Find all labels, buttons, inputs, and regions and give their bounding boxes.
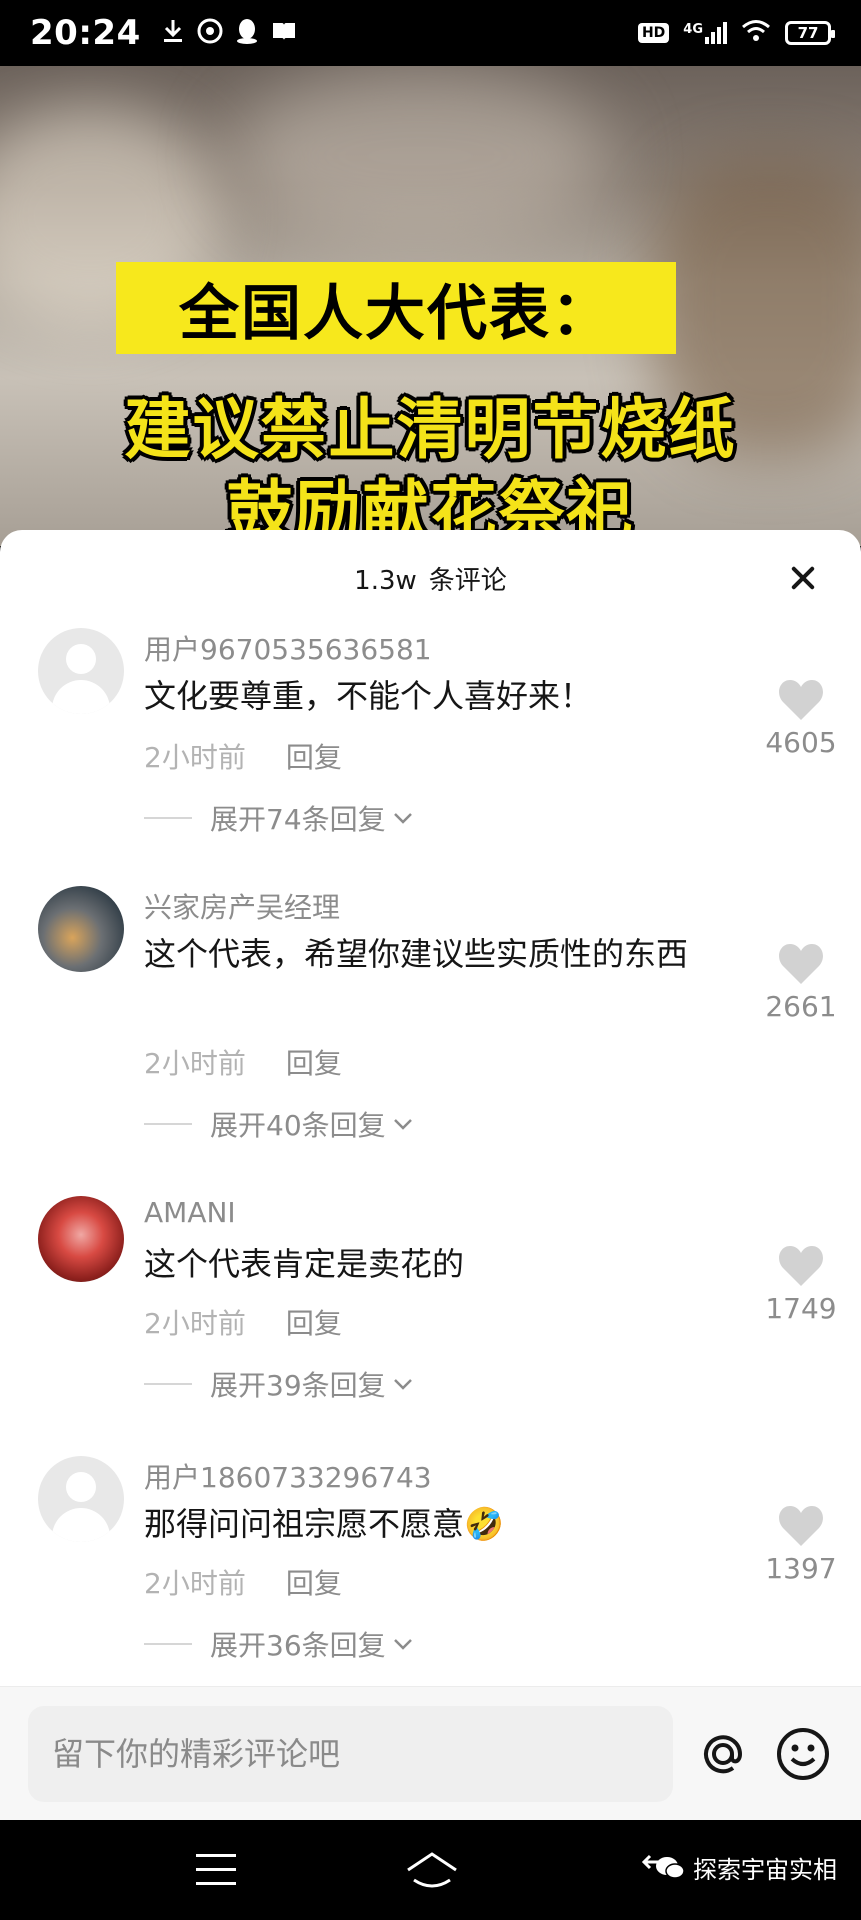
like-button[interactable]: 4605 bbox=[761, 678, 841, 759]
chevron-down-icon bbox=[393, 1119, 412, 1130]
expand-divider bbox=[144, 1123, 192, 1125]
expand-divider bbox=[144, 817, 192, 819]
comment-meta: 2小时前 回复 bbox=[144, 736, 342, 776]
chevron-down-icon bbox=[393, 1639, 412, 1650]
expand-replies-label: 展开36条回复 bbox=[210, 1629, 386, 1662]
chevron-down-icon bbox=[393, 1379, 412, 1390]
comment-text: 这个代表肯定是卖花的 bbox=[144, 1245, 465, 1283]
reply-button[interactable]: 回复 bbox=[286, 736, 342, 776]
book-icon bbox=[271, 20, 297, 46]
comment-item: AMANI 这个代表肯定是卖花的 2小时前 回复 1749 展开39条回复 bbox=[0, 1196, 861, 1402]
reply-button[interactable]: 回复 bbox=[286, 1042, 342, 1082]
qq-icon bbox=[235, 17, 259, 49]
status-bar: 20:24 HD 4G 77 bbox=[0, 0, 861, 66]
comment-text: 文化要尊重，不能个人喜好来！ bbox=[144, 677, 593, 715]
watermark: 探索宇宙实相 bbox=[655, 1850, 837, 1885]
comments-header: 1.3w 条评论 bbox=[0, 530, 861, 626]
expand-divider bbox=[144, 1643, 192, 1645]
video-player[interactable]: 全国人大代表： 建议禁止清明节烧纸 鼓励献花祭祀 bbox=[0, 66, 861, 546]
system-icons: HD 4G 77 bbox=[637, 19, 835, 47]
at-mention-icon[interactable] bbox=[693, 1724, 753, 1784]
wifi-icon bbox=[741, 19, 771, 47]
comment-time: 2小时前 bbox=[144, 1307, 246, 1340]
heart-icon bbox=[779, 1246, 823, 1286]
comment-count-label: 条评论 bbox=[428, 565, 507, 596]
notification-icons bbox=[161, 17, 297, 49]
comment-meta: 2小时前 回复 bbox=[144, 1302, 342, 1342]
home-icon[interactable] bbox=[404, 1848, 460, 1892]
expand-replies-button[interactable]: 展开40条回复 bbox=[144, 1104, 416, 1144]
expand-divider bbox=[144, 1383, 192, 1385]
network-type: 4G bbox=[683, 22, 703, 37]
comment-text: 这个代表，希望你建议些实质性的东西 bbox=[144, 935, 689, 973]
comment-username[interactable]: 兴家房产吴经理 bbox=[144, 886, 340, 926]
comment-time: 2小时前 bbox=[144, 1567, 246, 1600]
expand-replies-label: 展开39条回复 bbox=[210, 1369, 386, 1402]
avatar[interactable] bbox=[38, 886, 124, 972]
like-count: 1749 bbox=[765, 1292, 837, 1325]
comment-meta: 2小时前 回复 bbox=[144, 1562, 342, 1602]
watermark-text: 探索宇宙实相 bbox=[693, 1856, 837, 1884]
video-caption-title-box: 全国人大代表： bbox=[116, 262, 676, 354]
like-count: 4605 bbox=[765, 726, 837, 759]
comments-panel: 1.3w 条评论 用户9670535636581 文化要尊重，不能个人喜好来！ 2… bbox=[0, 530, 861, 1820]
reply-button[interactable]: 回复 bbox=[286, 1302, 342, 1342]
comment-username[interactable]: 用户1860733296743 bbox=[144, 1456, 432, 1496]
heart-icon bbox=[779, 944, 823, 984]
avatar[interactable] bbox=[38, 628, 124, 714]
like-button[interactable]: 1749 bbox=[761, 1244, 841, 1325]
comment-username[interactable]: 用户9670535636581 bbox=[144, 628, 432, 668]
comment-item: 用户1860733296743 那得问问祖宗愿不愿意🤣 2小时前 回复 1397… bbox=[0, 1456, 861, 1662]
comment-item: 用户9670535636581 文化要尊重，不能个人喜好来！ 2小时前 回复 4… bbox=[0, 628, 861, 836]
comment-input-bar bbox=[0, 1686, 861, 1820]
chevron-down-icon bbox=[393, 813, 412, 824]
like-count: 2661 bbox=[765, 990, 837, 1023]
like-count: 1397 bbox=[765, 1552, 837, 1585]
status-time: 20:24 bbox=[30, 13, 141, 53]
comment-text: 那得问问祖宗愿不愿意🤣 bbox=[144, 1500, 734, 1548]
expand-replies-label: 展开40条回复 bbox=[210, 1109, 386, 1142]
hd-badge: HD bbox=[637, 23, 670, 43]
system-nav-bar: 探索宇宙实相 bbox=[0, 1820, 861, 1920]
comment-time: 2小时前 bbox=[144, 1047, 246, 1080]
expand-replies-label: 展开74条回复 bbox=[210, 803, 386, 836]
close-icon[interactable] bbox=[783, 558, 823, 598]
heart-icon bbox=[779, 1506, 823, 1546]
video-caption-title: 全国人大代表： bbox=[179, 278, 613, 349]
like-button[interactable]: 2661 bbox=[761, 942, 841, 1023]
avatar[interactable] bbox=[38, 1196, 124, 1282]
avatar[interactable] bbox=[38, 1456, 124, 1542]
comment-username[interactable]: AMANI bbox=[144, 1196, 236, 1229]
comment-count: 1.3w 条评论 bbox=[354, 560, 507, 597]
expand-replies-button[interactable]: 展开36条回复 bbox=[144, 1624, 416, 1664]
reply-button[interactable]: 回复 bbox=[286, 1562, 342, 1602]
expand-replies-button[interactable]: 展开39条回复 bbox=[144, 1364, 416, 1404]
menu-icon[interactable] bbox=[192, 1848, 240, 1892]
wechat-icon bbox=[656, 1856, 685, 1879]
comment-input[interactable] bbox=[52, 1734, 649, 1773]
comment-text-body: 那得问问祖宗愿不愿意 bbox=[144, 1505, 465, 1543]
comment-meta: 2小时前 回复 bbox=[144, 1042, 342, 1082]
comment-item: 兴家房产吴经理 这个代表，希望你建议些实质性的东西 2小时前 回复 2661 展… bbox=[0, 886, 861, 1146]
expand-replies-button[interactable]: 展开74条回复 bbox=[144, 798, 416, 838]
emoji-icon[interactable] bbox=[773, 1724, 833, 1784]
comment-input-container[interactable] bbox=[28, 1705, 673, 1802]
laughing-emoji: 🤣 bbox=[464, 1505, 504, 1543]
app-icon bbox=[197, 18, 223, 48]
signal-icon: 4G bbox=[683, 22, 727, 44]
download-icon bbox=[161, 18, 185, 48]
comment-time: 2小时前 bbox=[144, 741, 246, 774]
comment-count-number: 1.3w bbox=[354, 565, 417, 596]
battery-icon: 77 bbox=[785, 21, 835, 45]
heart-icon bbox=[779, 680, 823, 720]
like-button[interactable]: 1397 bbox=[761, 1504, 841, 1585]
